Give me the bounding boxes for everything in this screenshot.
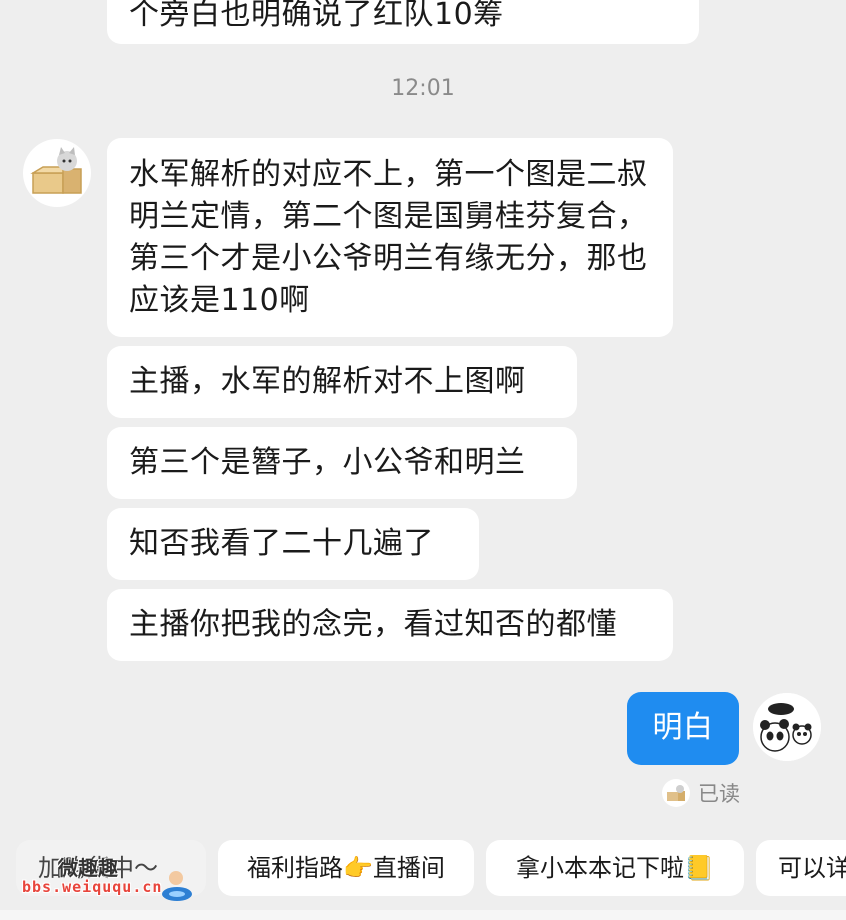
- message-text: 主播你把我的念完，看过知否的都懂: [129, 607, 617, 642]
- quick-reply-label: 拿小本本记下啦📒: [516, 854, 714, 882]
- message-bubble-outgoing[interactable]: 明白: [627, 692, 739, 765]
- message-text: 主播，水军的解析对不上图啊: [129, 364, 526, 399]
- message-bubble-incoming[interactable]: 主播你把我的念完，看过知否的都懂: [107, 589, 673, 661]
- message-text: 明白: [652, 710, 714, 745]
- watermark-site: bbs.weiququ.cn: [22, 878, 163, 896]
- message-bubble-incoming[interactable]: 水军解析的对应不上，第一个图是二叔明兰定情，第二个图是国舅桂芬复合，第三个才是小…: [107, 138, 673, 337]
- panda-avatar-icon[interactable]: [753, 693, 821, 761]
- message-text: 水军解析的对应不上，第一个图是二叔明兰定情，第二个图是国舅桂芬复合，第三个才是小…: [129, 157, 648, 318]
- message-bubble-previous: 个旁白也明确说了红队10筹: [107, 0, 699, 44]
- message-timestamp: 12:01: [391, 76, 455, 101]
- watermark-name: 微趣趣: [58, 856, 118, 880]
- read-status-label: 已读: [698, 782, 740, 806]
- quick-reply-chip[interactable]: 拿小本本记下啦📒: [486, 840, 744, 896]
- message-bubble-incoming[interactable]: 主播，水军的解析对不上图啊: [107, 346, 577, 418]
- message-text: 知否我看了二十几遍了: [129, 526, 434, 561]
- message-text: 第三个是簪子，小公爷和明兰: [129, 445, 526, 480]
- cat-in-box-avatar-icon[interactable]: [23, 139, 91, 207]
- message-bubble-incoming[interactable]: 第三个是簪子，小公爷和明兰: [107, 427, 577, 499]
- input-bar-edge: [0, 910, 846, 920]
- swimmer-watermark-icon: [162, 871, 192, 901]
- message-bubble-incoming[interactable]: 知否我看了二十几遍了: [107, 508, 479, 580]
- message-text: 个旁白也明确说了红队10筹: [129, 0, 504, 32]
- quick-reply-chip[interactable]: 可以详: [756, 840, 846, 896]
- read-receipt: 已读: [662, 778, 740, 808]
- cat-in-box-mini-icon: [662, 779, 690, 807]
- quick-reply-chip[interactable]: 福利指路👉直播间: [218, 840, 474, 896]
- quick-reply-label: 福利指路👉直播间: [247, 854, 445, 882]
- quick-reply-label: 可以详: [778, 854, 846, 882]
